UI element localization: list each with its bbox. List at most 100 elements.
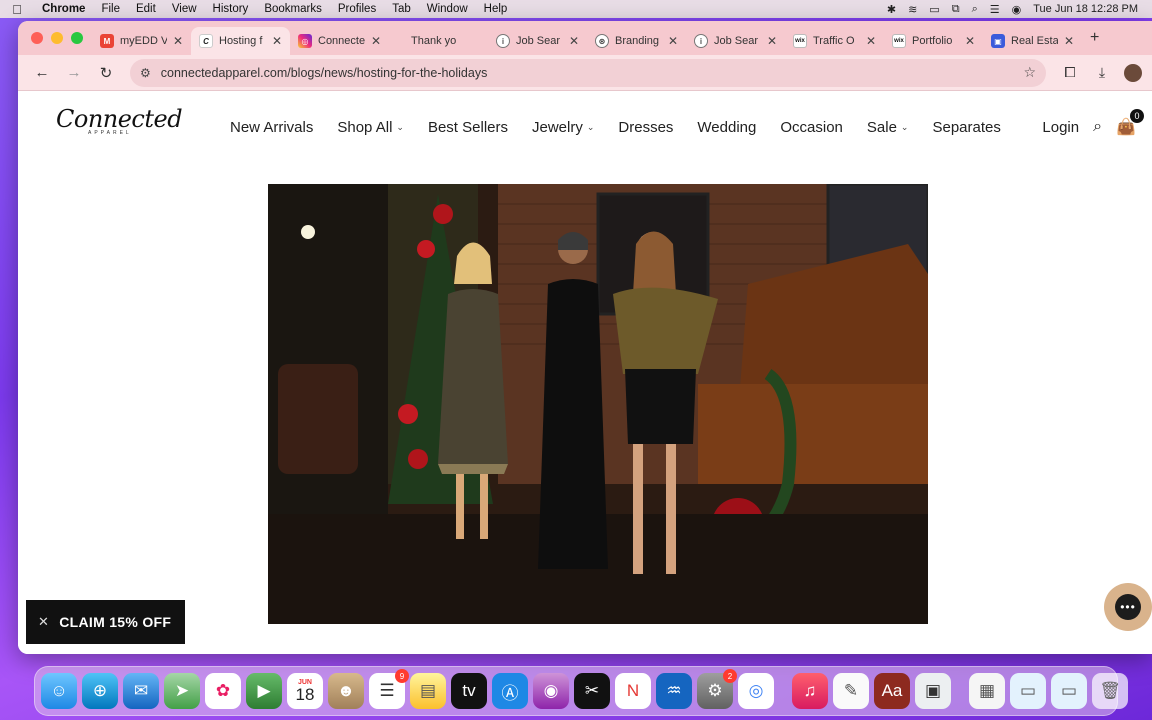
contacts-icon[interactable]: ☻ xyxy=(328,673,364,709)
calendar-icon[interactable]: JUN 18 xyxy=(287,673,323,709)
system-settings-icon[interactable]: ⚙ 2 xyxy=(697,669,737,709)
main-navigation: New Arrivals Shop All ⌄ Best Sellers Jewe… xyxy=(230,119,1013,136)
nav-wedding[interactable]: Wedding xyxy=(685,119,768,136)
nav-sale[interactable]: Sale ⌄ xyxy=(855,119,921,136)
site-info-icon[interactable]: ⚙ xyxy=(140,66,151,80)
tab-real-estate[interactable]: ▣ Real Esta ✕ xyxy=(983,27,1082,55)
close-tab-icon[interactable]: ✕ xyxy=(767,34,777,48)
preview-icon[interactable]: ▣ xyxy=(915,673,951,709)
close-window-button[interactable] xyxy=(31,32,43,44)
url-text[interactable]: connectedapparel.com/blogs/news/hosting-… xyxy=(161,66,1014,80)
menu-edit[interactable]: Edit xyxy=(128,3,164,15)
close-tab-icon[interactable]: ✕ xyxy=(371,34,381,48)
forward-arrow-icon[interactable]: → xyxy=(60,59,88,87)
capcut-icon[interactable]: ✂ xyxy=(574,673,610,709)
close-tab-icon[interactable]: ✕ xyxy=(1064,34,1074,48)
claim-discount-button[interactable]: ✕ CLAIM 15% OFF xyxy=(26,600,185,644)
bluetooth-icon[interactable]: ✱ xyxy=(887,3,896,16)
menu-view[interactable]: View xyxy=(164,3,205,15)
nav-shop-all[interactable]: Shop All ⌄ xyxy=(325,119,416,136)
new-tab-plus-icon[interactable]: + xyxy=(1082,29,1099,47)
menu-profiles[interactable]: Profiles xyxy=(330,3,384,15)
finder-icon[interactable]: ☺ xyxy=(41,673,77,709)
close-tab-icon[interactable]: ✕ xyxy=(866,34,876,48)
menu-clock[interactable]: Tue Jun 18 12:28 PM xyxy=(1033,3,1138,15)
audio-app-icon[interactable]: ♒ xyxy=(656,673,692,709)
siri-icon[interactable]: ◉ xyxy=(1012,3,1022,16)
bookmark-star-icon[interactable]: ☆ xyxy=(1023,64,1036,81)
menu-window[interactable]: Window xyxy=(419,3,476,15)
close-tab-icon[interactable]: ✕ xyxy=(173,34,183,48)
calendar-day: 18 xyxy=(295,684,315,704)
notes-icon[interactable]: ▤ xyxy=(410,673,446,709)
menu-bookmarks[interactable]: Bookmarks xyxy=(256,3,330,15)
dictionary-icon[interactable]: Aa xyxy=(874,673,910,709)
login-link[interactable]: Login xyxy=(1042,119,1079,136)
reload-icon[interactable]: ↻ xyxy=(92,59,120,87)
mov-file-icon[interactable]: ▦ xyxy=(969,673,1005,709)
tab-job-search-1[interactable]: i Job Sear ✕ xyxy=(488,27,587,55)
nav-label: Wedding xyxy=(697,119,757,136)
downloads-stack-icon[interactable]: ▭ xyxy=(1010,673,1046,709)
control-center-icon[interactable]: ☰ xyxy=(990,3,1000,16)
menu-file[interactable]: File xyxy=(93,3,128,15)
tab-portfolio[interactable]: wix Portfolio ✕ xyxy=(884,27,983,55)
apple-menu-icon[interactable]:  xyxy=(0,2,34,17)
podcasts-icon[interactable]: ◉ xyxy=(533,673,569,709)
tab-connected-instagram[interactable]: ◎ Connecte ✕ xyxy=(290,27,389,55)
photos-icon[interactable]: ✿ xyxy=(205,673,241,709)
facetime-icon[interactable]: ▶ xyxy=(246,673,282,709)
close-tab-icon[interactable]: ✕ xyxy=(668,34,678,48)
nav-label: Sale xyxy=(866,119,897,136)
close-icon[interactable]: ✕ xyxy=(38,614,49,630)
reminders-icon[interactable]: ☰ 9 xyxy=(369,669,409,709)
maps-icon[interactable]: ➤ xyxy=(164,673,200,709)
nav-best-sellers[interactable]: Best Sellers xyxy=(416,119,520,136)
chrome-icon[interactable]: ◎ xyxy=(738,673,774,709)
tab-traffic[interactable]: wix Traffic O ✕ xyxy=(785,27,884,55)
minimize-window-button[interactable] xyxy=(51,32,63,44)
wifi-off-icon[interactable]: ≋ xyxy=(908,3,917,16)
documents-stack-icon[interactable]: ▭ xyxy=(1051,673,1087,709)
menu-app-name[interactable]: Chrome xyxy=(34,3,93,15)
spotlight-search-icon[interactable]: ⌕ xyxy=(972,3,978,16)
tab-hosting-active[interactable]: C Hosting f ✕ xyxy=(191,27,290,55)
menu-help[interactable]: Help xyxy=(476,3,516,15)
trash-icon[interactable]: 🗑 xyxy=(1092,673,1128,709)
tab-branding[interactable]: ⊛ Branding ✕ xyxy=(587,27,686,55)
zoom-window-button[interactable] xyxy=(71,32,83,44)
nav-separates[interactable]: Separates xyxy=(920,119,1012,136)
news-icon[interactable]: N xyxy=(615,673,651,709)
profile-avatar[interactable] xyxy=(1124,63,1142,82)
tab-job-search-2[interactable]: i Job Sear ✕ xyxy=(686,27,785,55)
search-icon[interactable]: ⌕ xyxy=(1093,118,1102,136)
app-store-icon[interactable]: Ⓐ xyxy=(492,673,528,709)
chat-widget-button[interactable]: ••• xyxy=(1104,583,1152,631)
mail-icon[interactable]: ✉ xyxy=(123,673,159,709)
music-icon[interactable]: ♫ xyxy=(792,673,828,709)
safari-icon[interactable]: ⊕ xyxy=(82,673,118,709)
nav-jewelry[interactable]: Jewelry ⌄ xyxy=(520,119,606,136)
wix-icon: wix xyxy=(793,34,807,48)
tab-myedd[interactable]: M myEDD V ✕ xyxy=(92,27,191,55)
nav-occasion[interactable]: Occasion xyxy=(768,119,855,136)
close-tab-icon[interactable]: ✕ xyxy=(965,34,975,48)
download-icon[interactable]: ⤓ xyxy=(1088,59,1116,87)
menu-tab[interactable]: Tab xyxy=(384,3,419,15)
nav-new-arrivals[interactable]: New Arrivals xyxy=(230,119,325,136)
site-logo[interactable]: Connected APPAREL xyxy=(56,105,183,153)
address-bar[interactable]: ⚙ connectedapparel.com/blogs/news/hostin… xyxy=(130,58,1046,87)
close-tab-icon[interactable]: ✕ xyxy=(272,34,282,48)
tab-label: Job Sear xyxy=(714,35,759,47)
tab-thank-you[interactable]: Thank yo xyxy=(389,27,488,55)
back-arrow-icon[interactable]: ← xyxy=(28,59,56,87)
screen-mirroring-icon[interactable]: ⧉ xyxy=(952,3,960,16)
apple-tv-icon[interactable]: tv xyxy=(451,673,487,709)
battery-icon[interactable]: ▭ xyxy=(929,3,939,16)
nav-dresses[interactable]: Dresses xyxy=(606,119,685,136)
extensions-puzzle-icon[interactable]: ⧠ xyxy=(1056,59,1084,87)
menu-history[interactable]: History xyxy=(205,3,257,15)
cart-bag-icon[interactable]: 👜 0 xyxy=(1116,109,1144,137)
close-tab-icon[interactable]: ✕ xyxy=(569,34,579,48)
textedit-icon[interactable]: ✎ xyxy=(833,673,869,709)
